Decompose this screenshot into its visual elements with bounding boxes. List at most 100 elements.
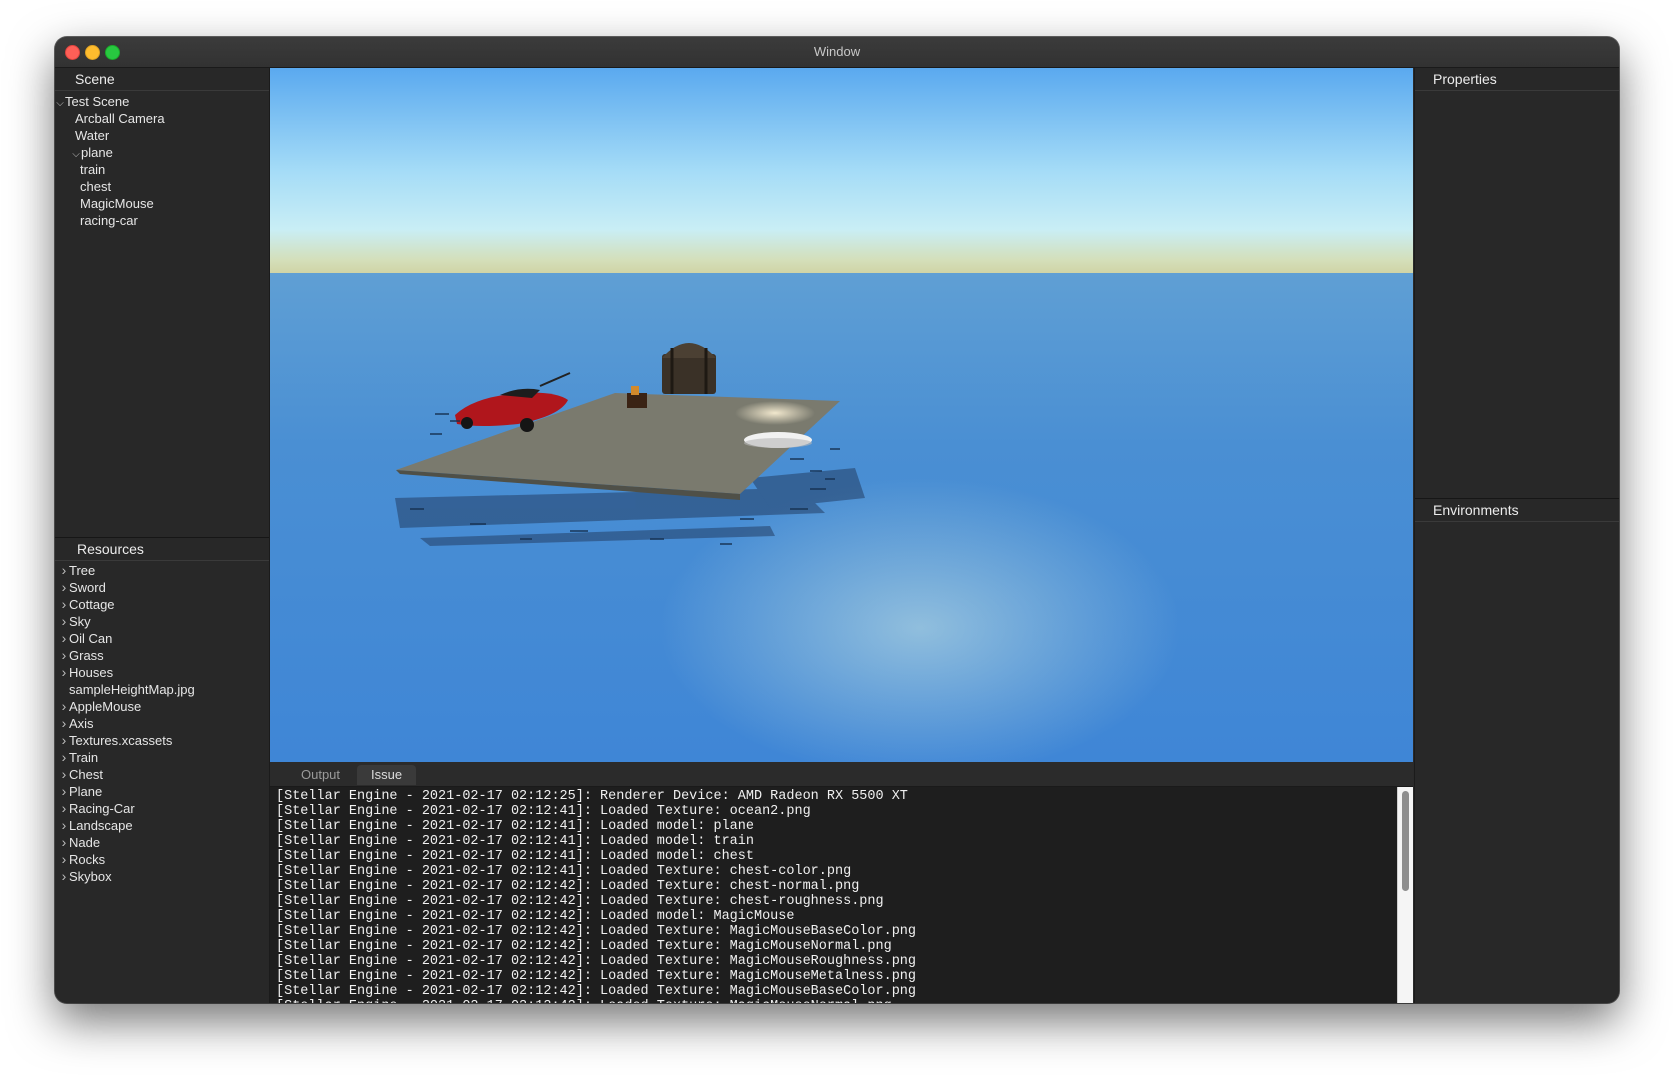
resource-item[interactable]: › Grass: [55, 647, 269, 664]
resource-item-label: Nade: [69, 835, 101, 850]
resource-item-label: Chest: [69, 767, 103, 782]
chevron-right-icon[interactable]: ›: [59, 800, 69, 817]
scene-viewport[interactable]: [270, 68, 1413, 762]
resource-item[interactable]: › Train: [55, 749, 269, 766]
scene-tree-item[interactable]: train: [55, 161, 269, 178]
chevron-right-icon[interactable]: ›: [59, 647, 69, 664]
scene-tree-item-label: chest: [80, 179, 112, 194]
console-scrollbar[interactable]: [1397, 787, 1413, 1003]
rendered-scene[interactable]: [270, 68, 1413, 762]
chevron-right-icon[interactable]: ›: [59, 562, 69, 579]
chevron-right-icon[interactable]: ›: [59, 868, 69, 885]
log-line: [Stellar Engine - 2021-02-17 02:12:41]: …: [276, 849, 754, 864]
log-line: [Stellar Engine - 2021-02-17 02:12:41]: …: [276, 864, 852, 879]
chevron-right-icon[interactable]: ›: [59, 732, 69, 749]
console-panel: Output Issue [Stellar Engine - 2021-02-1…: [270, 762, 1413, 1003]
log-line: [Stellar Engine - 2021-02-17 02:12:42]: …: [276, 969, 917, 984]
tab-issue[interactable]: Issue: [357, 765, 417, 785]
resources-tree: › Tree › Sword › Cottage › Sky › Oil Can › Grass › Ho…: [55, 561, 269, 885]
scene-tree-item[interactable]: Water: [55, 127, 269, 144]
resource-item-label: Axis: [69, 716, 94, 731]
window-title: Window: [813, 44, 861, 59]
tab-output[interactable]: Output: [287, 765, 354, 785]
resource-item-label: Landscape: [69, 818, 133, 833]
resource-item[interactable]: › Chest: [55, 766, 269, 783]
resources-panel: Resources › Tree › Sword › Cottage › Sky › Oil Ca…: [55, 537, 269, 1003]
chevron-right-icon[interactable]: ›: [59, 851, 69, 868]
resource-item-label: Cottage: [69, 597, 115, 612]
scene-tree-item[interactable]: Arcball Camera: [55, 110, 269, 127]
resource-item[interactable]: › Oil Can: [55, 630, 269, 647]
scene-tree-item-label: Arcball Camera: [75, 111, 165, 126]
title-bar[interactable]: Window: [55, 37, 1619, 68]
resource-item[interactable]: › Tree: [55, 562, 269, 579]
resource-item[interactable]: › Nade: [55, 834, 269, 851]
scrollbar-thumb[interactable]: [1402, 791, 1409, 891]
scene-tree-item[interactable]: chest: [55, 178, 269, 195]
scene-tree-item-label: MagicMouse: [80, 196, 154, 211]
chevron-right-icon[interactable]: ›: [59, 596, 69, 613]
scene-panel: Scene ⌵Test Scene Arcball Camera Water ⌵pla…: [55, 68, 269, 537]
resource-item[interactable]: › AppleMouse: [55, 698, 269, 715]
chevron-right-icon[interactable]: ›: [59, 749, 69, 766]
environments-panel-header: Environments: [1415, 499, 1619, 522]
log-line: [Stellar Engine - 2021-02-17 02:12:42]: …: [276, 954, 917, 969]
scene-tree-item[interactable]: MagicMouse: [55, 195, 269, 212]
resource-item-label: Houses: [69, 665, 114, 680]
resource-item-label: Racing-Car: [69, 801, 135, 816]
chevron-right-icon[interactable]: ›: [59, 817, 69, 834]
log-line: [Stellar Engine - 2021-02-17 02:12:42]: …: [276, 924, 917, 939]
resource-item[interactable]: sampleHeightMap.jpg: [55, 681, 269, 698]
resource-item-label: Sword: [69, 580, 106, 595]
log-line: [Stellar Engine - 2021-02-17 02:12:42]: …: [276, 984, 917, 999]
resource-item-label: Rocks: [69, 852, 106, 867]
log-line: [Stellar Engine - 2021-02-17 02:12:42]: …: [276, 909, 795, 924]
chevron-right-icon[interactable]: ›: [59, 834, 69, 851]
scene-tree-item[interactable]: ⌵plane: [55, 144, 269, 161]
resource-item[interactable]: › Cottage: [55, 596, 269, 613]
chevron-right-icon[interactable]: ›: [59, 783, 69, 800]
resource-item[interactable]: › Skybox: [55, 868, 269, 885]
resource-item[interactable]: › Axis: [55, 715, 269, 732]
resource-item[interactable]: › Racing-Car: [55, 800, 269, 817]
chevron-right-icon[interactable]: ›: [59, 664, 69, 681]
console-log[interactable]: [Stellar Engine - 2021-02-17 02:12:25]: …: [276, 789, 1393, 1003]
right-sidebar: Properties Environments: [1414, 68, 1619, 1003]
resource-item[interactable]: › Landscape: [55, 817, 269, 834]
resource-item[interactable]: › Plane: [55, 783, 269, 800]
scene-tree-item-label: racing-car: [80, 213, 138, 228]
scene-tree-item-label: Test Scene: [65, 94, 130, 109]
console-tabs: Output Issue: [270, 762, 1413, 787]
scene-tree-item[interactable]: racing-car: [55, 212, 269, 229]
resources-panel-header: Resources: [55, 538, 269, 561]
resource-item-label: Plane: [69, 784, 103, 799]
scene-tree-item[interactable]: ⌵Test Scene: [55, 93, 269, 110]
chevron-right-icon[interactable]: ›: [59, 579, 69, 596]
resource-item[interactable]: › Textures.xcassets: [55, 732, 269, 749]
log-line: [Stellar Engine - 2021-02-17 02:12:41]: …: [276, 834, 754, 849]
resource-item[interactable]: › Sky: [55, 613, 269, 630]
log-line: [Stellar Engine - 2021-02-17 02:12:25]: …: [276, 789, 908, 804]
magic-mouse-model: [744, 432, 812, 448]
resource-item[interactable]: › Sword: [55, 579, 269, 596]
resource-item[interactable]: › Rocks: [55, 851, 269, 868]
chevron-right-icon[interactable]: ›: [59, 766, 69, 783]
resource-item-label: Textures.xcassets: [69, 733, 173, 748]
environments-panel: Environments: [1415, 498, 1619, 1003]
properties-panel: Properties: [1415, 68, 1619, 498]
log-line: [Stellar Engine - 2021-02-17 02:12:42]: …: [276, 999, 1393, 1003]
resource-item[interactable]: › Houses: [55, 664, 269, 681]
chevron-right-icon[interactable]: ›: [59, 715, 69, 732]
resource-item-label: Tree: [69, 563, 96, 578]
log-line: [Stellar Engine - 2021-02-17 02:12:41]: …: [276, 804, 811, 819]
chevron-right-icon[interactable]: ›: [59, 630, 69, 647]
resource-item-label: Train: [69, 750, 99, 765]
log-line: [Stellar Engine - 2021-02-17 02:12:42]: …: [276, 939, 892, 954]
chevron-right-icon[interactable]: ›: [59, 698, 69, 715]
log-line: [Stellar Engine - 2021-02-17 02:12:41]: …: [276, 819, 754, 834]
chevron-right-icon[interactable]: ›: [59, 613, 69, 630]
log-line: [Stellar Engine - 2021-02-17 02:12:42]: …: [276, 894, 884, 909]
treasure-chest-model: [662, 343, 716, 394]
resource-item-label: Sky: [69, 614, 91, 629]
left-sidebar: Scene ⌵Test Scene Arcball Camera Water ⌵pla…: [55, 68, 270, 1003]
